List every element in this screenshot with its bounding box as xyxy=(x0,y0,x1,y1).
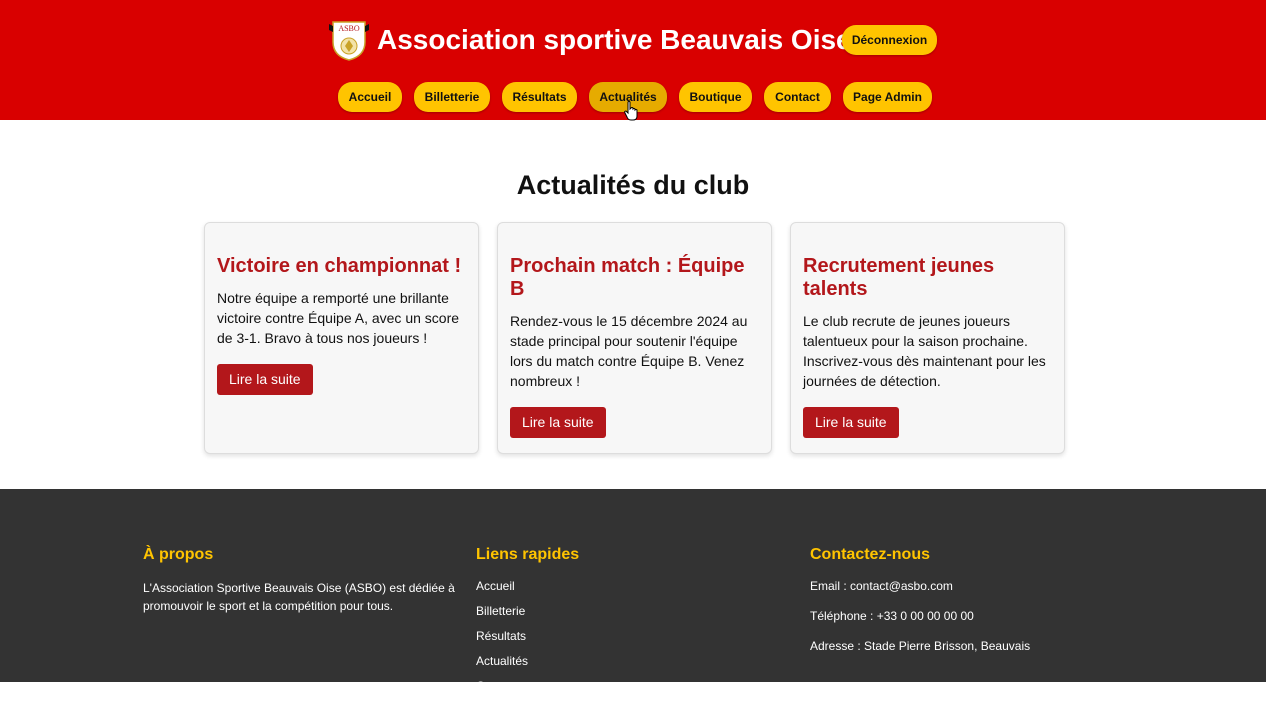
page-title: Actualités du club xyxy=(516,170,750,200)
site-footer: À propos L'Association Sportive Beauvais… xyxy=(0,489,1266,693)
nav-item-accueil[interactable]: Accueil xyxy=(338,82,402,112)
footer-address: Adresse : Stade Pierre Brisson, Beauvais xyxy=(810,639,1031,653)
footer-about: À propos L'Association Sportive Beauvais… xyxy=(143,545,463,615)
news-card: Recrutement jeunes talents Le club recru… xyxy=(790,222,1065,454)
read-more-button[interactable]: Lire la suite xyxy=(217,364,313,395)
footer-link-contact[interactable]: Contact xyxy=(476,679,776,693)
footer-about-text: L'Association Sportive Beauvais Oise (AS… xyxy=(143,581,455,613)
footer-contact: Contactez-nous Email : contact@asbo.com … xyxy=(810,545,1110,669)
footer-link-accueil[interactable]: Accueil xyxy=(476,579,776,593)
nav-item-page-admin[interactable]: Page Admin xyxy=(843,82,932,112)
news-card-title: Prochain match : Équipe B xyxy=(510,255,745,300)
footer-link-billetterie[interactable]: Billetterie xyxy=(476,604,776,618)
nav-item-contact[interactable]: Contact xyxy=(764,82,831,112)
brand: ASBO Association sportive Beauvais Oise xyxy=(329,18,852,62)
news-card: Victoire en championnat ! Notre équipe a… xyxy=(204,222,479,454)
news-card-text: Notre équipe a remporté une brillante vi… xyxy=(217,290,460,346)
nav-item-billetterie[interactable]: Billetterie xyxy=(414,82,490,112)
footer-about-title: À propos xyxy=(143,546,214,563)
news-card-text: Rendez-vous le 15 décembre 2024 au stade… xyxy=(510,313,748,389)
hand-cursor-icon xyxy=(624,101,638,121)
news-card-title: Recrutement jeunes talents xyxy=(803,255,995,300)
svg-text:ASBO: ASBO xyxy=(338,24,360,33)
nav-item-resultats[interactable]: Résultats xyxy=(502,82,577,112)
site-header: ASBO Association sportive Beauvais Oise … xyxy=(0,0,1266,121)
news-card-title: Victoire en championnat ! xyxy=(217,255,462,277)
club-logo-icon[interactable]: ASBO xyxy=(329,18,369,62)
news-card: Prochain match : Équipe B Rendez-vous le… xyxy=(497,222,772,454)
footer-links: Liens rapides Accueil Billetterie Résult… xyxy=(476,545,776,704)
footer-link-resultats[interactable]: Résultats xyxy=(476,629,776,643)
footer-links-title: Liens rapides xyxy=(476,546,580,563)
news-card-text: Le club recrute de jeunes joueurs talent… xyxy=(803,313,1046,389)
footer-email: Email : contact@asbo.com xyxy=(810,579,953,593)
site-title: Association sportive Beauvais Oise xyxy=(377,24,852,55)
read-more-button[interactable]: Lire la suite xyxy=(803,407,899,438)
nav-item-boutique[interactable]: Boutique xyxy=(679,82,752,112)
footer-link-actualites[interactable]: Actualités xyxy=(476,654,776,668)
footer-contact-title: Contactez-nous xyxy=(810,546,930,563)
read-more-button[interactable]: Lire la suite xyxy=(510,407,606,438)
footer-phone: Téléphone : +33 0 00 00 00 00 xyxy=(810,609,974,623)
logout-button[interactable]: Déconnexion xyxy=(842,25,937,55)
